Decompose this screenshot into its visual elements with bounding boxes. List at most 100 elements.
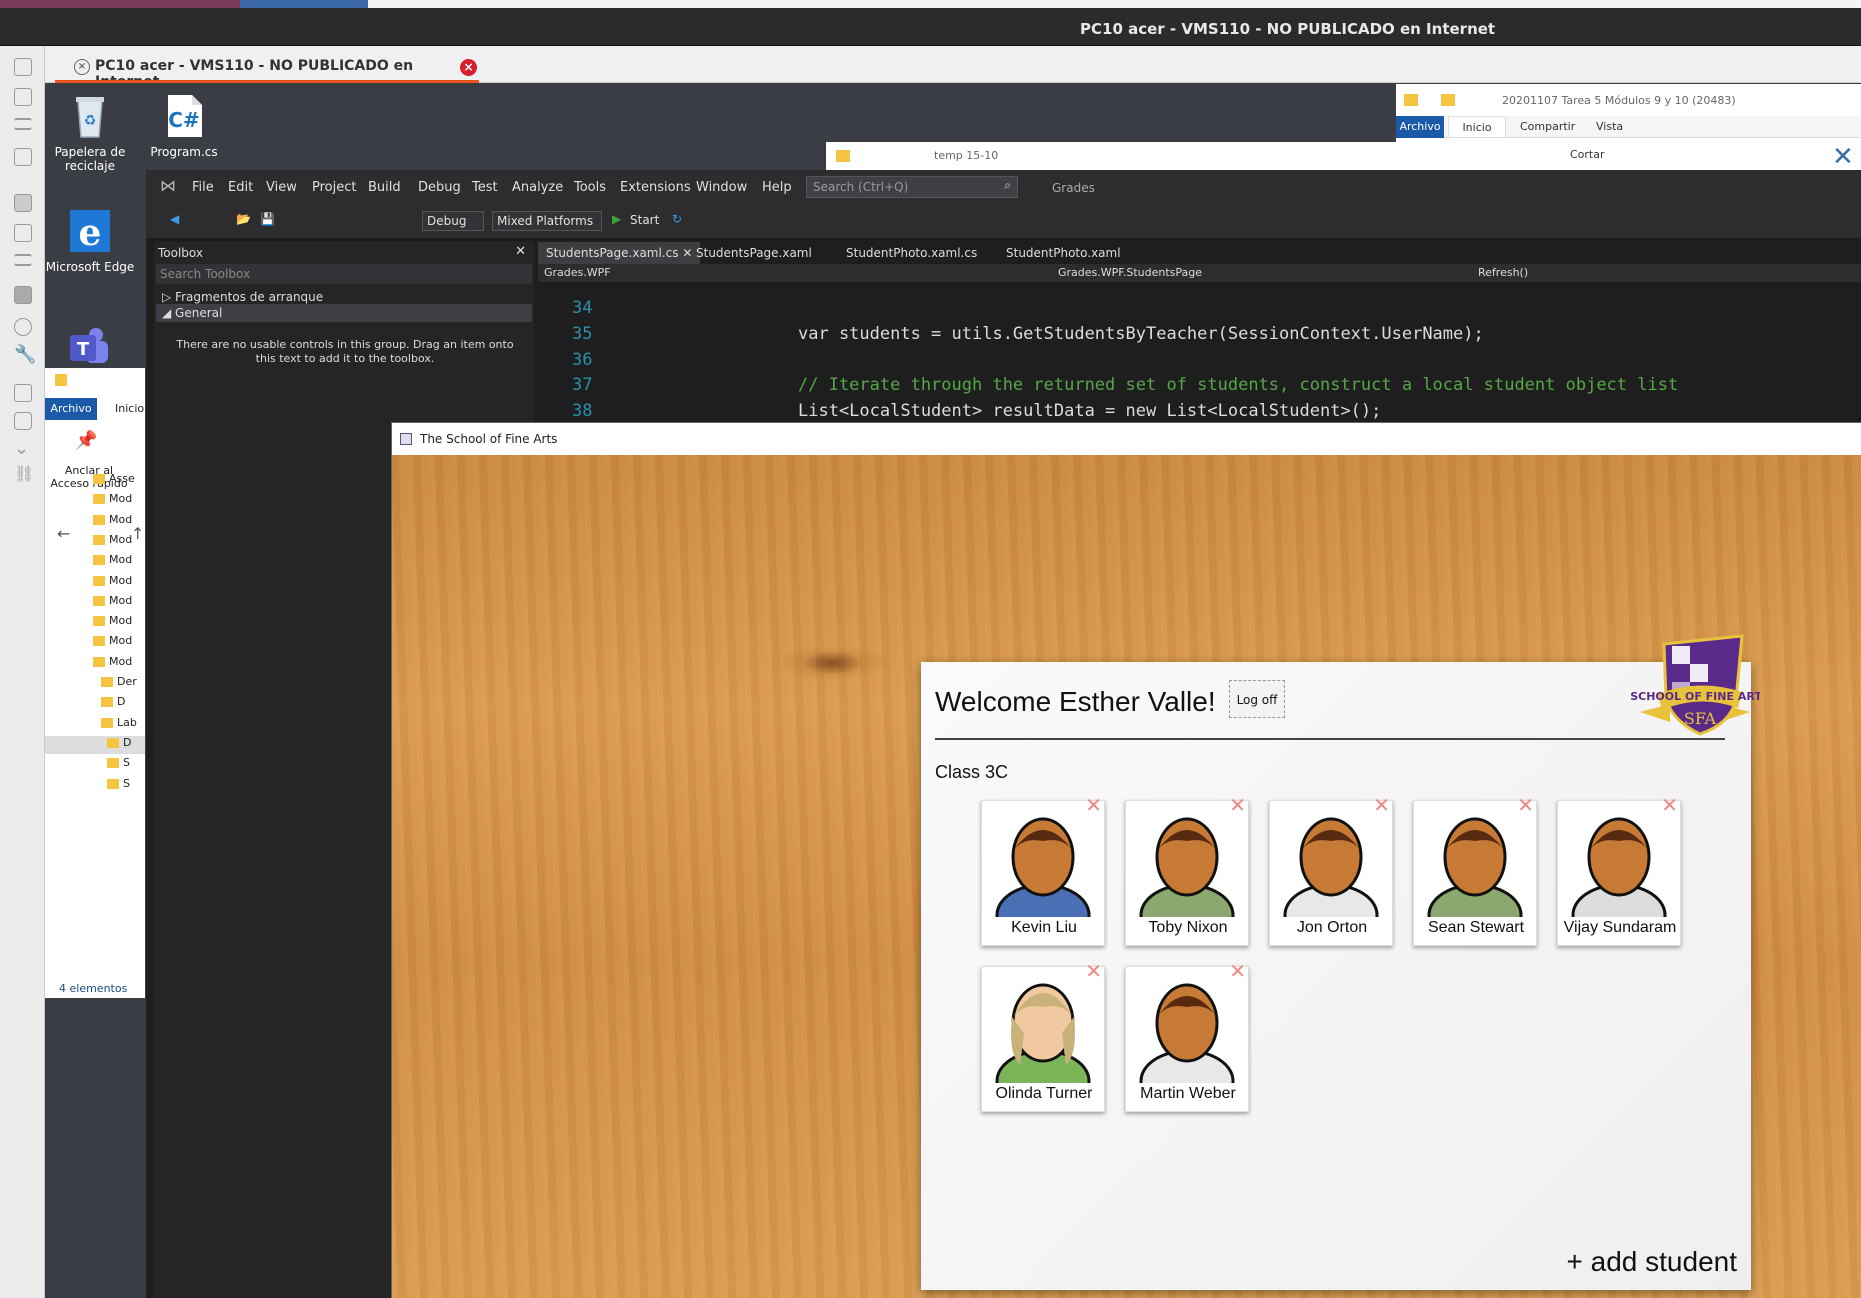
recycle-bin-shortcut[interactable]: ♻ Papelera de reciclaje [45, 93, 135, 173]
platform-dropdown[interactable]: Mixed Platforms [492, 211, 602, 231]
menu-window[interactable]: Window [696, 180, 747, 195]
menu-help[interactable]: Help [762, 180, 792, 195]
student-card[interactable]: ✕ Martin Weber [1125, 961, 1249, 1112]
explorer-item[interactable]: Der [101, 675, 137, 693]
explorer-item[interactable]: Mod [93, 634, 132, 652]
tab-inicio-left[interactable]: Inicio [115, 402, 144, 415]
close-tab-icon[interactable]: × [460, 59, 477, 76]
gear-icon[interactable] [14, 318, 32, 336]
menu-debug[interactable]: Debug [418, 180, 461, 195]
tab-archivo[interactable]: Archivo [1396, 116, 1444, 138]
explorer-item[interactable]: Mod [93, 533, 132, 551]
list-icon[interactable] [14, 254, 32, 266]
student-card[interactable]: ✕ Jon Orton [1269, 795, 1393, 946]
tab-vista[interactable]: Vista [1596, 120, 1623, 133]
explorer-item[interactable]: D [45, 735, 145, 754]
explorer-item[interactable]: Mod [93, 492, 132, 510]
explorer-item[interactable]: Lab [101, 716, 137, 734]
code-line[interactable]: var students = utils.GetStudentsByTeache… [798, 324, 1484, 344]
menu-project[interactable]: Project [312, 180, 356, 195]
student-card[interactable]: ✕ Toby Nixon [1125, 795, 1249, 946]
code-line[interactable]: List<LocalStudent> resultData = new List… [798, 401, 1381, 421]
camera-icon[interactable] [14, 412, 32, 430]
back-arrow-icon[interactable]: ← [57, 524, 70, 543]
menu-tools[interactable]: Tools [574, 180, 606, 195]
explorer-item[interactable]: Asse [93, 472, 135, 490]
explorer-item[interactable]: D [101, 695, 125, 713]
folder-icon [93, 616, 105, 627]
tab-inicio[interactable]: Inicio [1448, 116, 1506, 138]
cut-button[interactable]: Cortar [1570, 148, 1605, 161]
wrench-icon[interactable]: 🔧 [14, 346, 36, 364]
menu-build[interactable]: Build [368, 180, 401, 195]
keyboard-icon[interactable] [14, 286, 32, 304]
program-cs-shortcut[interactable]: C# Program.cs [139, 93, 229, 159]
save-icon[interactable]: 💾 [260, 212, 275, 226]
code-comment[interactable]: // Iterate through the returned set of s… [798, 375, 1678, 395]
nav-member[interactable]: Refresh() [1478, 266, 1528, 279]
toolbox-group-general[interactable]: ◢ General [162, 306, 222, 320]
remove-student-icon[interactable]: ✕ [1661, 795, 1678, 815]
explorer-item[interactable]: Mod [93, 655, 132, 673]
menu-file[interactable]: File [192, 180, 214, 195]
remove-student-icon[interactable]: ✕ [1085, 961, 1102, 981]
menu-edit[interactable]: Edit [228, 180, 253, 195]
explorer-item[interactable]: Mod [93, 614, 132, 632]
explorer-item[interactable]: Mod [93, 553, 132, 571]
menu-analyze[interactable]: Analyze [512, 180, 563, 195]
recycle-bin-label: Papelera de reciclaje [54, 145, 126, 173]
explorer-item-label: D [123, 735, 132, 749]
delete-icon[interactable]: ✕ [1832, 142, 1854, 172]
add-student-button[interactable]: + add student [1567, 1246, 1737, 1278]
student-card[interactable]: ✕ Kevin Liu [981, 795, 1105, 946]
student-card[interactable]: ✕ Vijay Sundaram [1557, 795, 1681, 946]
tab-student-photo-xaml[interactable]: StudentPhoto.xaml [998, 242, 1129, 264]
toolbox-search[interactable]: Search Toolbox [156, 264, 532, 284]
up-arrow-icon[interactable]: ↑ [131, 524, 144, 543]
explorer-item[interactable]: S [107, 756, 130, 774]
open-icon[interactable]: 📂 [236, 212, 251, 226]
student-card[interactable]: ✕ Olinda Turner [981, 961, 1105, 1112]
explorer-item[interactable]: S [107, 777, 130, 795]
explorer-item-label: S [123, 776, 130, 790]
vs-search-input[interactable]: Search (Ctrl+Q) ⌕ [806, 176, 1018, 198]
refresh-icon[interactable]: ↻ [672, 212, 682, 226]
config-dropdown[interactable]: Debug [422, 211, 484, 231]
nav-class[interactable]: Grades.WPF.StudentsPage [1058, 266, 1202, 279]
remove-student-icon[interactable]: ✕ [1517, 795, 1534, 815]
add-icon[interactable] [14, 384, 32, 402]
pin-icon[interactable]: 📌 [75, 430, 97, 451]
explorer-item[interactable]: Mod [93, 513, 132, 531]
remove-student-icon[interactable]: ✕ [1229, 961, 1246, 981]
fullscreen-icon[interactable] [14, 58, 32, 76]
screen-icon[interactable] [14, 194, 32, 212]
explorer-item[interactable]: Mod [93, 574, 132, 592]
chevron-down-icon[interactable]: ⌄ [14, 438, 32, 459]
explorer-item[interactable]: Mod [93, 594, 132, 612]
tab-students-page-cs[interactable]: StudentsPage.xaml.cs ✕ [538, 242, 701, 264]
edge-shortcut[interactable]: e Microsoft Edge [45, 208, 135, 274]
back-icon[interactable]: ◀ [170, 212, 179, 226]
expand-icon[interactable] [14, 88, 32, 106]
remove-student-icon[interactable]: ✕ [1229, 795, 1246, 815]
tab-student-photo-cs[interactable]: StudentPhoto.xaml.cs [838, 242, 985, 264]
resize-icon[interactable] [14, 224, 32, 242]
menu-extensions[interactable]: Extensions [620, 180, 691, 195]
nav-project[interactable]: Grades.WPF [544, 266, 611, 279]
remove-student-icon[interactable]: ✕ [1085, 795, 1102, 815]
menu-icon[interactable] [14, 118, 32, 130]
window-icon[interactable] [14, 148, 32, 166]
menu-test[interactable]: Test [472, 180, 498, 195]
tab-archivo-left[interactable]: Archivo [45, 398, 97, 420]
logoff-button[interactable]: Log off [1229, 680, 1285, 718]
toolbox-group-fragments[interactable]: ▷ Fragmentos de arranque [162, 290, 323, 304]
vm-tab[interactable]: × PC10 acer - VMS110 - NO PUBLICADO en I… [55, 50, 479, 90]
close-icon[interactable]: ✕ [515, 244, 526, 259]
student-card[interactable]: ✕ Sean Stewart [1413, 795, 1537, 946]
remove-student-icon[interactable]: ✕ [1373, 795, 1390, 815]
menu-view[interactable]: View [266, 180, 297, 195]
tab-compartir[interactable]: Compartir [1520, 120, 1575, 133]
tab-students-page-xaml[interactable]: StudentsPage.xaml [688, 242, 820, 264]
start-button[interactable]: Start [630, 213, 659, 227]
link-icon[interactable]: ⛓ [14, 464, 34, 483]
